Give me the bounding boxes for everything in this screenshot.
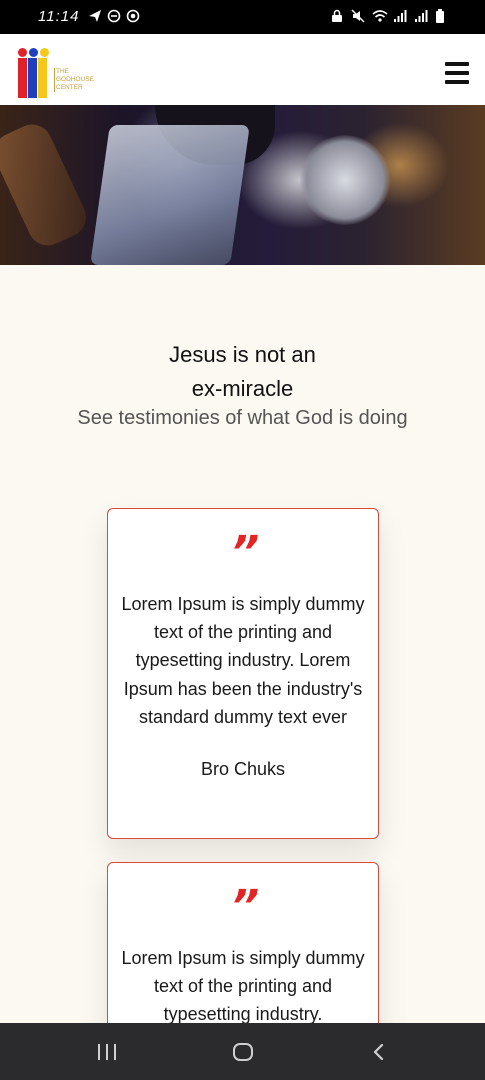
testimonial-text: Lorem Ipsum is simply dummy text of the … xyxy=(121,948,365,1025)
logo-dot-yellow xyxy=(40,48,49,57)
hero-shirt xyxy=(90,125,250,265)
hero-bokeh xyxy=(300,135,390,225)
signal-icon xyxy=(414,9,428,23)
logo-text: THE GODHOUSE CENTER xyxy=(54,68,94,92)
telegram-icon xyxy=(88,9,102,23)
lock-icon xyxy=(330,9,344,23)
logo-bar-red xyxy=(18,58,27,98)
recent-apps-icon[interactable] xyxy=(98,1044,116,1060)
menu-line xyxy=(445,80,469,84)
recent-line xyxy=(98,1044,100,1060)
quote-icon: ” xyxy=(230,881,259,932)
logo-dot-red xyxy=(18,48,27,57)
wifi-icon xyxy=(372,9,388,23)
logo-dots xyxy=(18,48,49,57)
logo-text-line: THE xyxy=(56,68,69,75)
hero-image xyxy=(0,105,485,265)
back-icon[interactable] xyxy=(372,1043,386,1061)
mute-icon xyxy=(351,9,365,23)
page-subtitle: See testimonies of what God is doing xyxy=(77,407,408,429)
status-bar: 11:14 xyxy=(0,0,485,34)
logo-bars xyxy=(18,58,47,98)
system-nav-bar xyxy=(0,1023,485,1080)
home-icon[interactable] xyxy=(233,1043,253,1061)
signal-icon xyxy=(393,9,407,23)
menu-line xyxy=(445,62,469,66)
logo-dot-blue xyxy=(29,48,38,57)
status-right-icons xyxy=(330,9,449,23)
page-title: Jesus is not an ex-miracle xyxy=(0,338,485,406)
hamburger-icon[interactable] xyxy=(445,62,469,84)
dnd-icon xyxy=(107,9,121,23)
logo-bar-blue xyxy=(28,58,37,98)
site-header: THE GODHOUSE CENTER xyxy=(0,34,485,105)
recent-line xyxy=(114,1044,116,1060)
menu-line xyxy=(445,71,469,75)
logo-text-line: CENTER xyxy=(56,84,83,91)
site-logo[interactable]: THE GODHOUSE CENTER xyxy=(18,46,108,100)
quote-icon: ” xyxy=(230,527,259,578)
testimonial-author: Bro Chuks xyxy=(200,759,286,780)
page-title-line: Jesus is not an xyxy=(169,342,316,367)
logo-text-line: GODHOUSE xyxy=(56,76,94,83)
testimonial-card: ” Lorem Ipsum is simply dummy text of th… xyxy=(107,508,379,839)
battery-icon xyxy=(435,9,449,23)
logo-bar-yellow xyxy=(38,58,47,98)
record-icon xyxy=(126,9,140,23)
page-title-line: ex-miracle xyxy=(191,376,294,401)
status-left-icons xyxy=(88,9,140,23)
recent-line xyxy=(106,1044,108,1060)
hero-hand xyxy=(0,117,93,253)
status-time: 11:14 xyxy=(38,8,80,25)
testimonial-text: Lorem Ipsum is simply dummy text of the … xyxy=(121,594,365,727)
